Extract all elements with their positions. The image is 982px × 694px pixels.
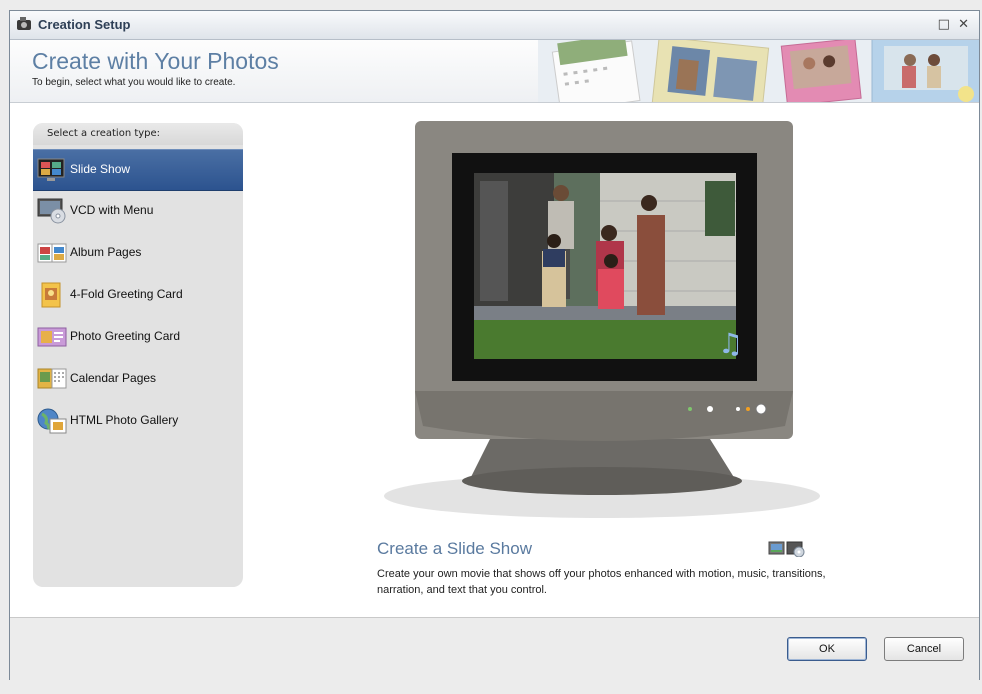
photo-card-icon [37,327,67,347]
calendar-icon [37,368,67,389]
cancel-button[interactable]: Cancel [884,637,964,661]
sidebar-item-calendar-pages[interactable]: Calendar Pages [33,359,243,399]
sidebar-item-label: Calendar Pages [70,371,157,385]
sidebar-item-label: HTML Photo Gallery [70,413,179,427]
disc-output-icon [786,541,805,557]
sidebar-item-4-fold-greeting-card[interactable]: 4-Fold Greeting Card [33,275,243,315]
app-icon [17,17,31,30]
web-gallery-icon [37,408,67,434]
album-pages-icon [37,243,67,263]
sidebar-item-vcd-with-menu[interactable]: VCD with Menu [33,191,243,231]
page-title: Create with Your Photos [32,48,279,74]
window-title: Creation Setup [38,17,131,32]
ok-button[interactable]: OK [787,637,867,661]
vcd-disc-icon [37,198,66,224]
sidebar-item-photo-greeting-card[interactable]: Photo Greeting Card [33,317,243,357]
sidebar-item-html-photo-gallery[interactable]: HTML Photo Gallery [33,401,243,441]
page-subtitle: To begin, select what you would like to … [32,77,236,88]
slideshow-icon [37,158,65,181]
sidebar-item-album-pages[interactable]: Album Pages [33,233,243,273]
close-icon[interactable]: ✕ [958,17,971,32]
header-banner: Create with Your Photos To begin, select… [10,40,979,103]
sidebar-item-label: Photo Greeting Card [70,329,181,343]
svg-text:♫: ♫ [718,327,743,360]
creation-setup-window: Creation Setup □ ✕ Create with Your Phot… [9,10,980,681]
restore-icon[interactable]: □ [938,17,952,32]
creation-type-heading: Select a creation type: [33,123,243,145]
creation-description-text: Create your own movie that shows off you… [377,568,826,596]
sidebar-item-label: Album Pages [70,245,142,259]
greeting-card-icon [41,282,61,308]
sidebar-item-label: VCD with Menu [70,203,154,217]
sidebar-item-slide-show[interactable]: Slide Show [33,149,243,191]
header-collage-image [538,40,979,102]
photo-output-icon [768,541,785,555]
sidebar-item-label: Slide Show [70,162,131,176]
title-bar[interactable]: Creation Setup □ ✕ [10,11,979,40]
creation-type-panel: Select a creation type: Slide Show VCD w… [33,123,243,587]
output-format-icons [768,541,805,557]
sidebar-item-label: 4-Fold Greeting Card [70,287,183,301]
creation-description-title: Create a Slide Show [377,539,532,558]
dialog-footer: OK Cancel [10,617,979,681]
slideshow-preview-monitor: ♫ [384,121,820,518]
